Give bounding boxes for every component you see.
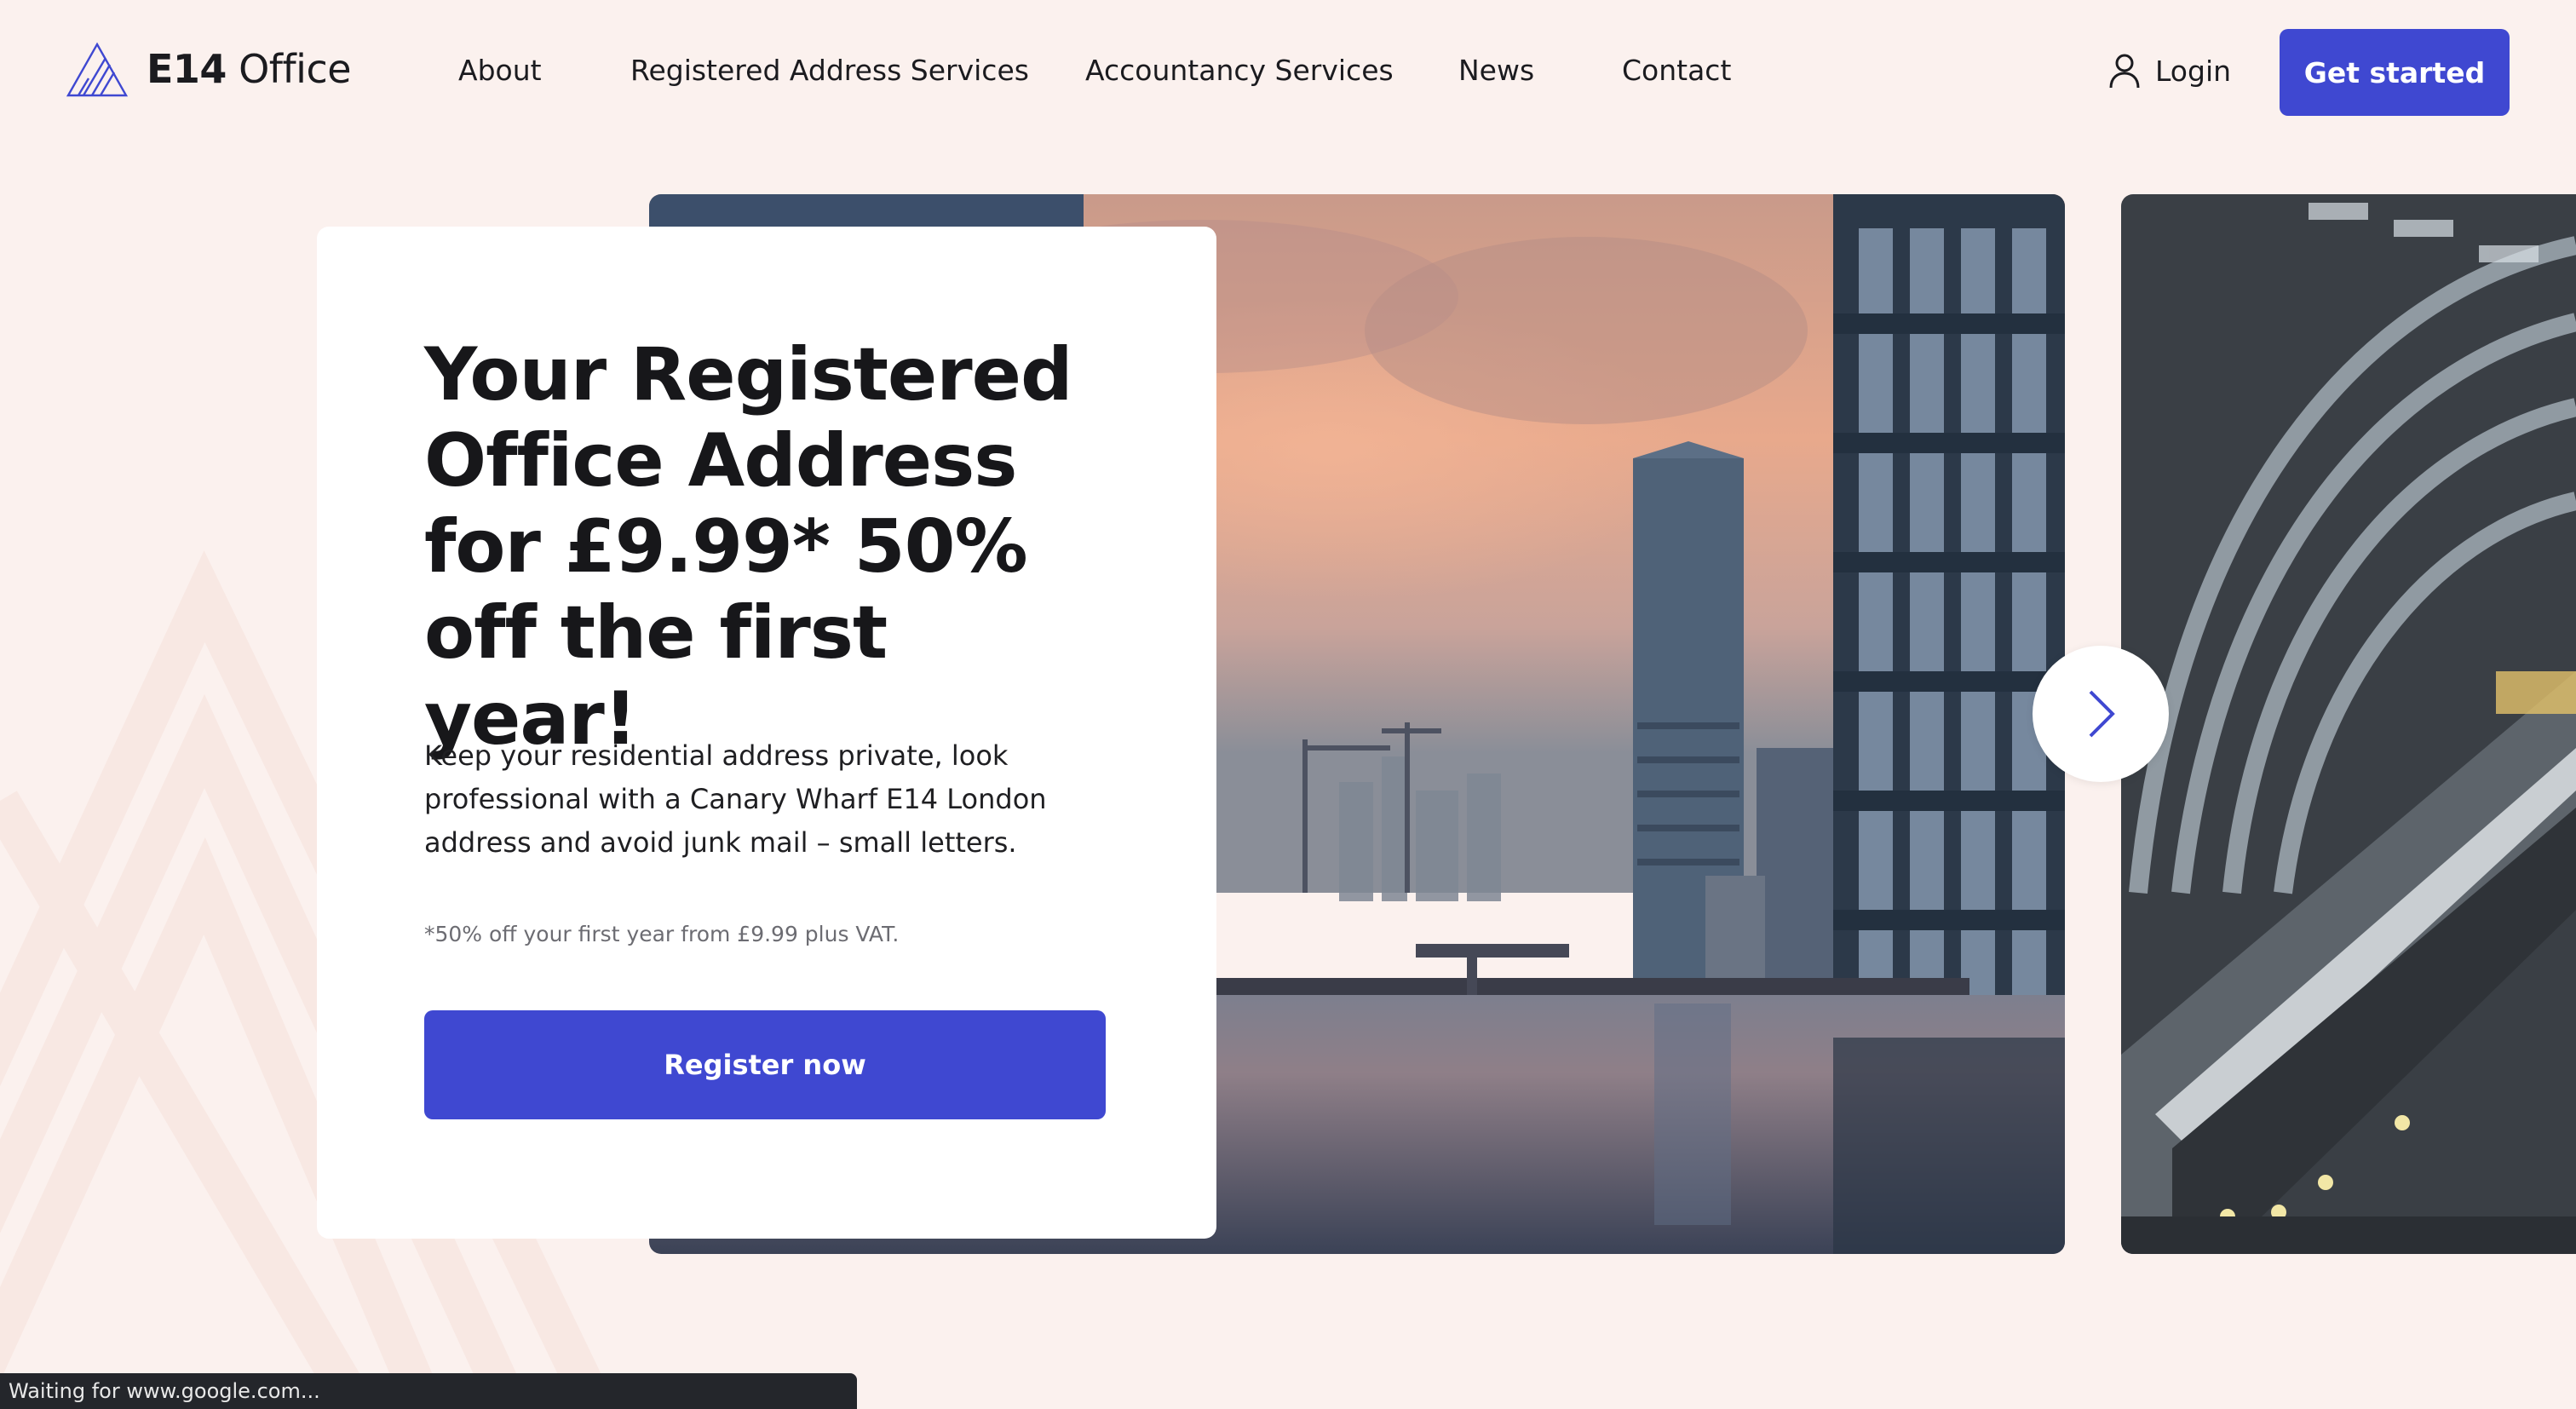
carousel-next-button[interactable] xyxy=(2033,646,2169,782)
site-logo[interactable]: E14 Office xyxy=(66,41,352,97)
login-link[interactable]: Login xyxy=(2107,49,2231,92)
hero-description: Keep your residential address private, l… xyxy=(424,739,1047,859)
page: E14 Office About Registered Address Serv… xyxy=(0,0,2576,1409)
register-now-button[interactable]: Register now xyxy=(424,1010,1106,1119)
hero-title: Your Registered Office Address for £9.99… xyxy=(424,332,1073,762)
nav-about[interactable]: About xyxy=(458,49,542,92)
user-icon xyxy=(2109,54,2140,89)
logo-text: E14 Office xyxy=(147,46,352,92)
hero-card: Your Registered Office Address for £9.99… xyxy=(317,227,1216,1239)
nav-news[interactable]: News xyxy=(1458,49,1534,92)
logo-mark-icon xyxy=(66,42,128,97)
login-label: Login xyxy=(2155,54,2232,88)
hero-image-station xyxy=(2121,194,2576,1254)
site-header: E14 Office About Registered Address Serv… xyxy=(0,0,2576,145)
nav-contact[interactable]: Contact xyxy=(1622,49,1731,92)
browser-status-bar: Waiting for www.google.com... xyxy=(0,1373,857,1409)
get-started-button[interactable]: Get started xyxy=(2280,29,2510,116)
nav-registered-address-services[interactable]: Registered Address Services xyxy=(630,49,1029,92)
hero-footnote: *50% off your first year from £9.99 plus… xyxy=(424,922,900,946)
nav-accountancy-services[interactable]: Accountancy Services xyxy=(1085,49,1394,92)
chevron-right-icon xyxy=(2089,690,2115,738)
